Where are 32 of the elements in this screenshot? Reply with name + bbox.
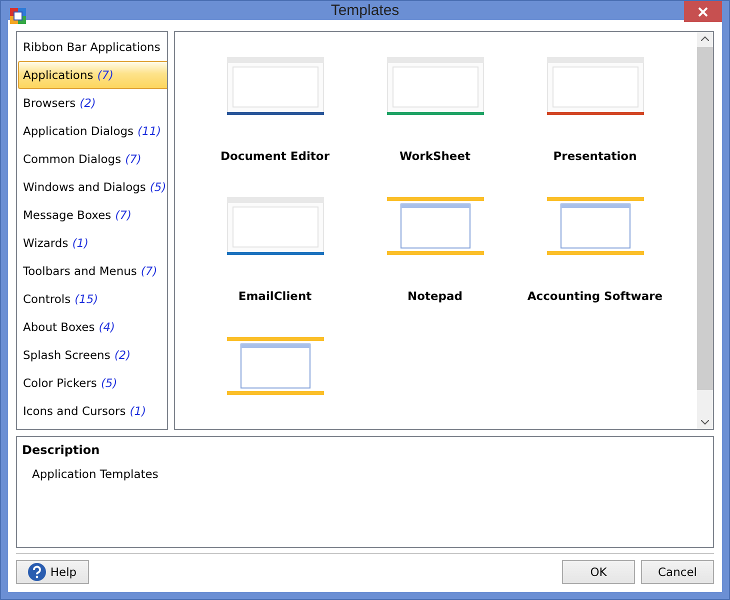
category-item[interactable]: Common Dialogs (7) xyxy=(18,145,167,173)
help-button[interactable]: Help xyxy=(16,560,89,584)
category-item[interactable]: Controls (15) xyxy=(18,285,167,313)
scrollbar[interactable] xyxy=(697,32,713,429)
template-label[interactable]: Presentation xyxy=(553,149,637,163)
scroll-up-icon[interactable] xyxy=(701,36,709,41)
close-button[interactable] xyxy=(684,1,722,22)
category-item[interactable]: Application Dialogs (11) xyxy=(18,117,167,145)
close-icon xyxy=(698,6,708,16)
description-text: Application Templates xyxy=(32,467,160,481)
category-item[interactable]: Browsers (2) xyxy=(18,89,167,117)
help-icon xyxy=(28,563,46,581)
ok-button[interactable]: OK xyxy=(562,560,635,584)
category-item[interactable]: Message Boxes (7) xyxy=(18,201,167,229)
window-title: Templates xyxy=(330,2,400,19)
template-label[interactable]: Accounting Software xyxy=(527,289,663,303)
category-item[interactable]: Windows and Dialogs (5) xyxy=(18,173,167,201)
template-label[interactable]: Document Editor xyxy=(220,149,330,163)
category-item[interactable]: Wizards (1) xyxy=(18,229,167,257)
category-item[interactable]: Applications (7) xyxy=(18,61,167,89)
category-item[interactable]: Ribbon Bar Applications xyxy=(18,33,167,61)
scroll-down-icon[interactable] xyxy=(701,420,709,425)
description-heading: Description xyxy=(22,443,101,457)
category-item[interactable]: Splash Screens (2) xyxy=(18,341,167,369)
template-label[interactable]: EmailClient xyxy=(238,289,312,303)
category-item[interactable]: Icons and Cursors (1) xyxy=(18,397,167,425)
cancel-button[interactable]: Cancel xyxy=(641,560,714,584)
category-item[interactable]: Toolbars and Menus (7) xyxy=(18,257,167,285)
template-label[interactable]: Notepad xyxy=(407,289,463,303)
category-item[interactable]: About Boxes (4) xyxy=(18,313,167,341)
category-item[interactable]: Color Pickers (5) xyxy=(18,369,167,397)
template-label[interactable]: WorkSheet xyxy=(399,149,471,163)
